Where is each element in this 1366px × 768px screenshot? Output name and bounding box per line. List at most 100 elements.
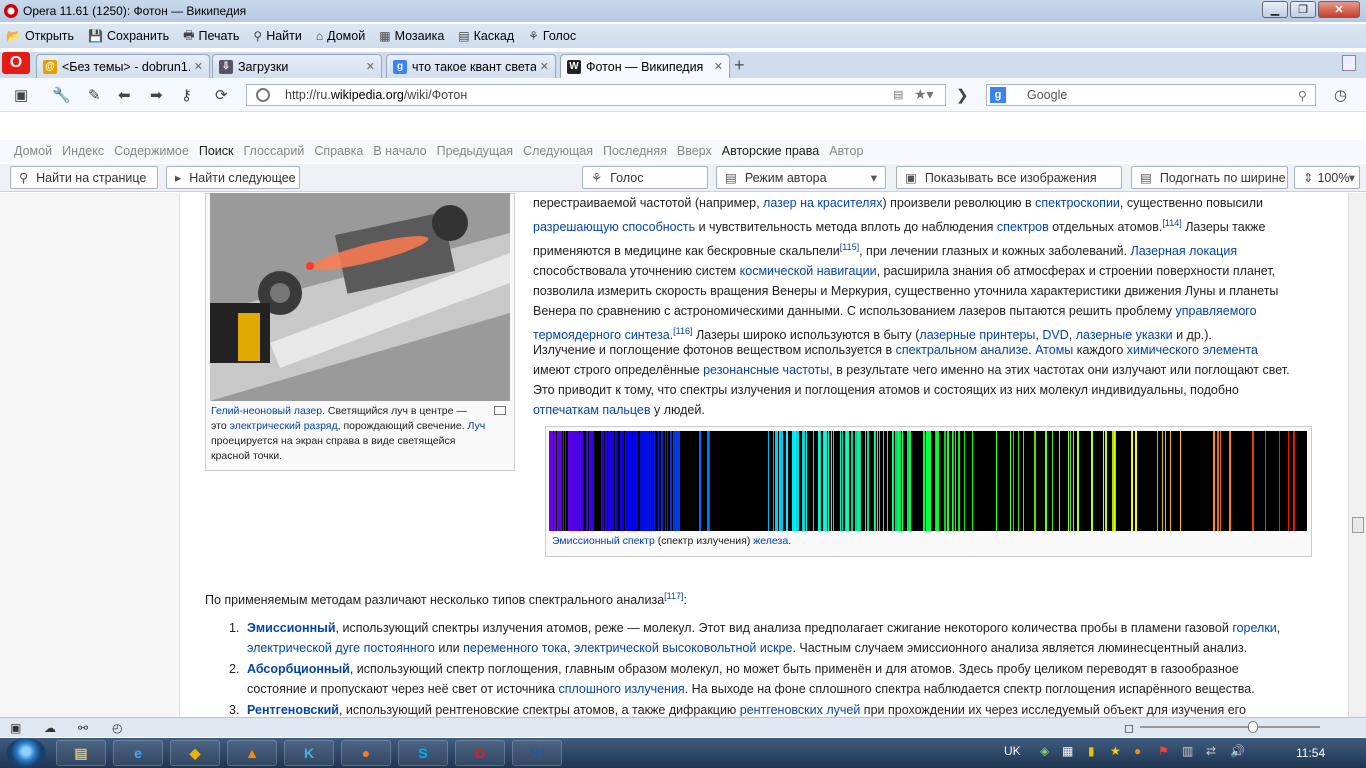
wiki-link[interactable]: резонансные частоты: [703, 363, 829, 377]
minimize-button[interactable]: ▁: [1262, 1, 1288, 18]
fast-forward-icon[interactable]: ❯: [956, 86, 969, 104]
citation-link[interactable]: [114]: [1162, 218, 1181, 228]
wiki-link[interactable]: сплошного излучения: [558, 682, 684, 696]
helium-neon-laser-image[interactable]: [210, 193, 510, 401]
nav-link-12[interactable]: Автор: [829, 144, 863, 158]
term-link[interactable]: Рентгеновский: [247, 703, 339, 717]
close-button[interactable]: ✕: [1318, 1, 1360, 18]
menu-item-5[interactable]: ▦ Мозаика: [379, 29, 444, 43]
wiki-link[interactable]: разрешающую способность: [533, 220, 695, 234]
tray-13-icon[interactable]: ▦: [1062, 744, 1073, 758]
turbo-icon[interactable]: ☁: [44, 721, 56, 735]
reload-icon[interactable]: ⟳: [215, 86, 228, 104]
menu-item-1[interactable]: 💾 Сохранить: [88, 29, 169, 43]
wiki-link[interactable]: управляемого: [1175, 304, 1256, 318]
wiki-link[interactable]: железа: [753, 535, 788, 547]
term-link[interactable]: Эмиссионный: [247, 621, 336, 635]
citation-link[interactable]: [117]: [664, 591, 683, 601]
maximize-button[interactable]: ❐: [1290, 1, 1316, 18]
citation-link[interactable]: [116]: [673, 326, 692, 336]
nav-link-0[interactable]: Домой: [14, 144, 52, 158]
wiki-link[interactable]: космической навигации: [740, 264, 877, 278]
nav-link-5[interactable]: Справка: [314, 144, 363, 158]
nav-link-11[interactable]: Авторские права: [722, 144, 819, 158]
tab-close-icon[interactable]: ✕: [540, 60, 549, 73]
zoom-out-icon[interactable]: ◻: [1124, 721, 1134, 735]
scrollbar-thumb[interactable]: [1352, 517, 1364, 533]
panel-toggle-icon[interactable]: ▣: [14, 86, 28, 104]
address-field[interactable]: http://ru. wikipedia.org/wiki/Фотон: [246, 84, 946, 106]
tab-close-icon[interactable]: ✕: [194, 60, 203, 73]
vertical-scrollbar[interactable]: [1348, 193, 1366, 717]
tab-close-icon[interactable]: ✕: [366, 60, 375, 73]
search-icon[interactable]: ⚲: [1298, 88, 1307, 103]
menu-item-4[interactable]: ⌂ Домой: [316, 29, 365, 43]
nav-link-9[interactable]: Последняя: [603, 144, 667, 158]
menu-item-7[interactable]: ⚘ Голос: [528, 29, 576, 43]
taskbar-app-button[interactable]: ◆: [170, 740, 220, 766]
nav-link-8[interactable]: Следующая: [523, 144, 593, 158]
back-icon[interactable]: ⬅: [118, 86, 131, 104]
taskbar-ie-button[interactable]: e: [113, 740, 163, 766]
term-link[interactable]: Абсорбционный: [247, 662, 350, 676]
nav-link-2[interactable]: Содержимое: [114, 144, 189, 158]
nav-link-3[interactable]: Поиск: [199, 144, 234, 158]
nav-link-10[interactable]: Вверх: [677, 144, 712, 158]
wiki-link[interactable]: спектральном анализе: [896, 343, 1029, 357]
network-icon[interactable]: ▥: [1182, 744, 1193, 758]
fit-width-button[interactable]: ▤ Подогнать по ширине: [1131, 166, 1288, 189]
panel-icon[interactable]: ▣: [10, 721, 21, 735]
wiki-link[interactable]: Эмиссионный спектр: [552, 535, 655, 547]
speed-dial-icon[interactable]: ◴: [112, 721, 122, 735]
tab-3[interactable]: W Фотон — Википедия ✕: [560, 54, 730, 78]
wand-key-icon[interactable]: ⚷: [181, 86, 192, 104]
find-on-page-input[interactable]: ⚲ Найти на странице: [10, 166, 158, 189]
wiki-link[interactable]: электрической высоковольтной искре: [574, 641, 793, 655]
tab-close-icon[interactable]: ✕: [714, 60, 723, 73]
history-icon[interactable]: ◷: [1334, 86, 1347, 104]
wiki-link[interactable]: Лазерная локация: [1130, 244, 1237, 258]
menu-item-3[interactable]: ⚲ Найти: [253, 29, 301, 43]
shield-icon[interactable]: ◈: [1040, 744, 1049, 758]
taskbar-vlc-button[interactable]: ▲: [227, 740, 277, 766]
enlarge-icon[interactable]: [494, 406, 506, 415]
nav-link-1[interactable]: Индекс: [62, 144, 104, 158]
author-mode-select[interactable]: ▤ Режим автора ▾: [716, 166, 886, 189]
forward-icon[interactable]: ➡: [150, 86, 163, 104]
tab-2[interactable]: g что такое квант света ... ✕: [386, 54, 556, 78]
taskbar-app2-button[interactable]: K: [284, 740, 334, 766]
taskbar-skype-button[interactable]: S: [398, 740, 448, 766]
new-tab-button[interactable]: +: [734, 55, 745, 76]
wiki-link[interactable]: Луч: [468, 420, 486, 432]
tray-arrows-icon[interactable]: ⇄: [1206, 744, 1216, 758]
start-button[interactable]: [6, 738, 46, 768]
bookmark-star-icon[interactable]: ★▾: [914, 86, 934, 103]
nav-link-4[interactable]: Глоссарий: [243, 144, 304, 158]
wiki-link[interactable]: Атомы: [1035, 343, 1073, 357]
citation-link[interactable]: [115]: [840, 242, 859, 252]
zoom-slider[interactable]: [1140, 726, 1320, 728]
tab-0[interactable]: @ <Без темы> - dobrun1... ✕: [36, 54, 210, 78]
zoom-slider-knob[interactable]: [1248, 721, 1258, 733]
wiki-link[interactable]: Гелий-неоновый лазер: [211, 405, 322, 417]
wiki-link[interactable]: спектроскопии: [1035, 196, 1120, 210]
taskbar-clock[interactable]: 11:54: [1296, 746, 1325, 760]
nav-link-7[interactable]: Предыдущая: [437, 144, 513, 158]
taskbar-firefox-button[interactable]: ●: [341, 740, 391, 766]
taskbar-explorer-button[interactable]: ▤: [56, 740, 106, 766]
google-engine-icon[interactable]: g: [990, 87, 1006, 103]
wiki-link[interactable]: отпечаткам пальцев: [533, 403, 651, 417]
voice-button[interactable]: ⚘ Голос: [582, 166, 708, 189]
language-indicator[interactable]: UK: [1004, 744, 1021, 758]
pen-icon[interactable]: ✎: [88, 86, 101, 104]
wiki-link[interactable]: рентгеновских лучей: [740, 703, 861, 717]
unite-icon[interactable]: ⚯: [78, 721, 88, 735]
tray-folder-icon[interactable]: ▮: [1088, 744, 1095, 758]
nav-link-6[interactable]: В начало: [373, 144, 426, 158]
tab-1[interactable]: ⇩ Загрузки ✕: [212, 54, 382, 78]
preferences-icon[interactable]: 🔧: [52, 86, 71, 104]
wiki-link[interactable]: спектров: [997, 220, 1049, 234]
menu-item-2[interactable]: 🖶 Печать: [183, 26, 239, 47]
menu-item-6[interactable]: ▤ Каскад: [458, 29, 514, 43]
rss-icon[interactable]: ▤: [893, 88, 903, 101]
